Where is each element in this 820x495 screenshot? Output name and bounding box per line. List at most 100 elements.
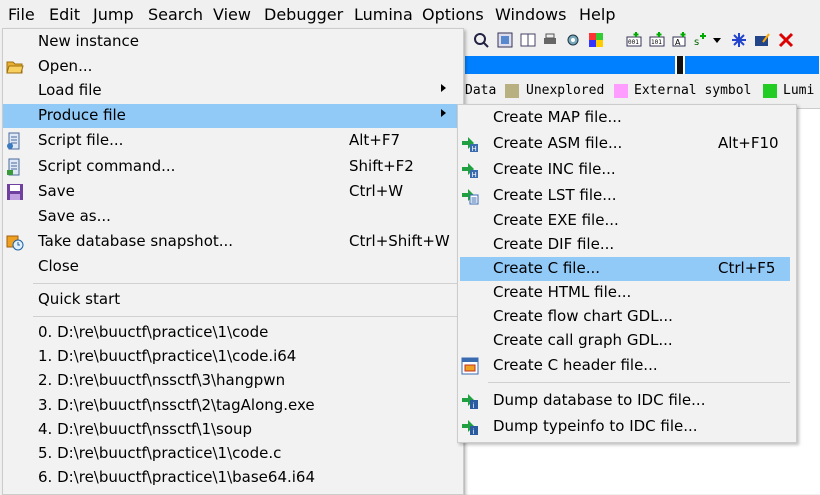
legend-lumina-label: Lumi	[783, 83, 815, 98]
toolbar: 001 101 A s	[465, 30, 820, 52]
recent-file-item[interactable]: 3. D:\re\buuctf\nssctf\2\tagAlong.exe	[3, 394, 463, 418]
menu-item-quick-start[interactable]: Quick start	[3, 288, 463, 312]
recent-file-item[interactable]: 1. D:\re\buuctf\practice\1\code.i64	[3, 345, 463, 369]
menu-separator	[33, 316, 459, 317]
menu-item-label: Produce file	[38, 106, 126, 124]
menu-item-label: Dump typeinfo to IDC file...	[493, 417, 698, 435]
script-command-icon	[7, 158, 20, 176]
menu-item-label: Close	[38, 257, 79, 275]
menu-debugger[interactable]: Debugger	[264, 5, 343, 24]
menu-item-create-asm[interactable]: H Create ASM file... Alt+F10	[458, 132, 796, 156]
menu-item-produce-file[interactable]: Produce file	[3, 104, 463, 128]
legend-unexplored-label: Unexplored	[526, 83, 605, 98]
menu-item-label: Load file	[38, 81, 102, 99]
c-header-icon	[461, 357, 479, 375]
menu-search[interactable]: Search	[148, 5, 203, 24]
svg-text:101: 101	[651, 39, 662, 46]
print-icon[interactable]	[542, 32, 558, 48]
produce-file-submenu: Create MAP file... H Create ASM file... …	[457, 104, 797, 443]
shortcut-label: Alt+F10	[718, 134, 779, 152]
legend-external-label: External symbol	[634, 83, 752, 98]
edit-function-icon[interactable]	[754, 32, 770, 48]
menu-item-label: Dump database to IDC file...	[493, 391, 706, 409]
search-icon[interactable]	[473, 32, 489, 48]
menu-item-create-c[interactable]: Create C file... Ctrl+F5	[460, 257, 790, 281]
menu-lumina[interactable]: Lumina	[354, 5, 413, 24]
menu-item-open[interactable]: Open...	[3, 55, 463, 79]
debug-settings-icon[interactable]	[565, 32, 581, 48]
recent-file-item[interactable]: 6. D:\re\buuctf\practice\1\base64.i64	[3, 466, 463, 490]
menu-item-new-instance[interactable]: New instance	[3, 30, 463, 54]
legend-lumina-swatch	[763, 84, 777, 98]
menu-item-create-html[interactable]: Create HTML file...	[458, 281, 796, 305]
menu-view[interactable]: View	[213, 5, 251, 24]
menu-item-snapshot[interactable]: Take database snapshot... Ctrl+Shift+W	[3, 230, 463, 254]
svg-text:i: i	[473, 428, 475, 436]
menu-edit[interactable]: Edit	[49, 5, 80, 24]
navigation-band[interactable]	[465, 54, 820, 76]
menu-separator	[33, 283, 459, 284]
delete-icon[interactable]	[778, 32, 794, 48]
star-icon[interactable]	[731, 32, 747, 48]
make-struct-icon[interactable]: s	[693, 32, 709, 48]
menu-item-create-call-graph[interactable]: Create call graph GDL...	[458, 329, 796, 353]
menu-file[interactable]: File	[8, 5, 35, 24]
shortcut-label: Alt+F7	[349, 131, 401, 149]
menu-item-create-exe[interactable]: Create EXE file...	[458, 209, 796, 233]
menu-item-label: Script file...	[38, 131, 124, 149]
menu-item-label: Take database snapshot...	[38, 232, 234, 250]
menu-item-close[interactable]: Close	[3, 255, 463, 279]
menu-item-create-map[interactable]: Create MAP file...	[458, 106, 796, 130]
save-icon	[7, 184, 23, 200]
menu-help[interactable]: Help	[579, 5, 615, 24]
menu-item-label: Create flow chart GDL...	[493, 307, 673, 325]
make-data-icon[interactable]: 101	[649, 32, 665, 48]
menu-item-create-c-header[interactable]: Create C header file...	[458, 354, 796, 378]
menu-item-label: Open...	[38, 57, 93, 75]
layout-icon[interactable]	[520, 32, 536, 48]
recent-file-item[interactable]: 5. D:\re\buuctf\practice\1\code.c	[3, 442, 463, 466]
menu-item-dump-database-idc[interactable]: i Dump database to IDC file...	[458, 389, 796, 413]
recent-file-label: 3. D:\re\buuctf\nssctf\2\tagAlong.exe	[38, 396, 315, 414]
menu-item-label: New instance	[38, 32, 140, 50]
menu-windows[interactable]: Windows	[495, 5, 566, 24]
make-code-icon[interactable]: 001	[626, 32, 642, 48]
graph-overview-icon[interactable]	[497, 32, 513, 48]
legend-external-swatch	[614, 84, 628, 98]
export-inc-icon: H	[462, 163, 478, 179]
menu-options[interactable]: Options	[422, 5, 484, 24]
menu-item-create-lst[interactable]: Create LST file...	[458, 184, 796, 208]
menu-item-create-inc[interactable]: H Create INC file...	[458, 158, 796, 182]
make-string-icon[interactable]: A	[672, 32, 688, 48]
menu-item-create-flow-chart[interactable]: Create flow chart GDL...	[458, 305, 796, 329]
svg-text:i: i	[473, 402, 475, 410]
shortcut-label: Ctrl+F5	[718, 259, 776, 277]
navigation-cursor	[675, 56, 685, 74]
recent-file-item[interactable]: 0. D:\re\buuctf\practice\1\code	[3, 321, 463, 345]
recent-file-item[interactable]: 2. D:\re\buuctf\nssctf\3\hangpwn	[3, 369, 463, 393]
chevron-down-icon[interactable]	[712, 32, 722, 48]
recent-file-label: 1. D:\re\buuctf\practice\1\code.i64	[38, 347, 297, 365]
navigation-band-bar[interactable]	[465, 56, 819, 74]
script-file-icon	[7, 132, 20, 150]
menu-item-label: Create ASM file...	[493, 134, 623, 152]
recent-file-label: 0. D:\re\buuctf\practice\1\code	[38, 323, 269, 341]
menu-item-label: Create MAP file...	[493, 108, 622, 126]
svg-text:H: H	[472, 145, 477, 153]
menu-item-save[interactable]: Save Ctrl+W	[3, 180, 463, 204]
menu-item-label: Save	[38, 182, 75, 200]
legend-data-label: Data	[465, 83, 497, 98]
menu-jump[interactable]: Jump	[93, 5, 134, 24]
menu-item-save-as[interactable]: Save as...	[3, 205, 463, 229]
recent-file-item[interactable]: 4. D:\re\buuctf\nssctf\1\soup	[3, 418, 463, 442]
menu-item-script-command[interactable]: Script command... Shift+F2	[3, 155, 463, 179]
menu-item-dump-typeinfo-idc[interactable]: i Dump typeinfo to IDC file...	[458, 415, 796, 439]
color-palette-icon[interactable]	[588, 32, 604, 48]
menu-item-create-dif[interactable]: Create DIF file...	[458, 233, 796, 257]
menu-item-script-file[interactable]: Script file... Alt+F7	[3, 129, 463, 153]
snapshot-icon	[6, 235, 24, 251]
menu-bar: File Edit Jump Search View Debugger Lumi…	[0, 0, 820, 30]
submenu-arrow-icon	[441, 109, 446, 117]
menu-item-load-file[interactable]: Load file	[3, 79, 463, 103]
svg-text:s: s	[694, 37, 699, 48]
